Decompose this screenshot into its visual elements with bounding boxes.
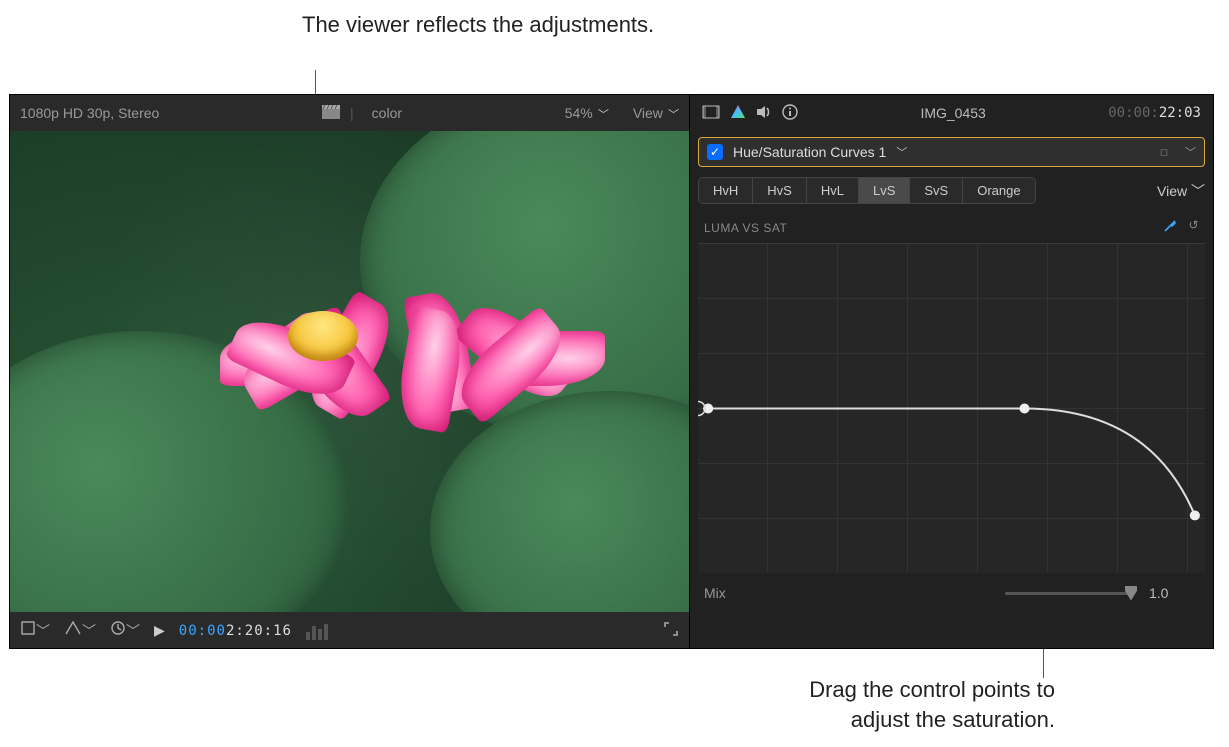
chevron-down-icon[interactable]: ﹀ (1185, 144, 1196, 160)
curve-tab-hvh[interactable]: HvH (699, 178, 753, 203)
clip-title: color (372, 105, 402, 121)
curve-tabs: HvHHvSHvLLvSSvSOrange View ﹀ (698, 177, 1205, 204)
viewer-footer: ﹀ ﹀ ﹀ ▶ 00:002:20:16 (10, 612, 689, 648)
viewer-canvas[interactable] (10, 131, 689, 612)
app-frame: 1080p HD 30p, Stereo | color 54% ﹀ View … (9, 94, 1214, 649)
mix-row: Mix 1.0 (698, 573, 1205, 601)
effect-header[interactable]: Hue/Saturation Curves 1 ﹀ ◇ ﹀ (698, 137, 1205, 167)
chevron-down-icon: ﹀ (36, 623, 50, 639)
inspector-toolbar: IMG_0453 00:00:22:03 (690, 95, 1213, 131)
mix-value[interactable]: 1.0 (1149, 585, 1199, 601)
video-inspector-icon[interactable] (702, 105, 720, 122)
mix-slider[interactable] (1005, 592, 1135, 595)
chevron-down-icon: ﹀ (595, 109, 609, 121)
curve-svg (698, 244, 1205, 573)
slider-thumb[interactable] (1125, 586, 1137, 601)
curve-tab-orange[interactable]: Orange (963, 178, 1034, 203)
effect-enable-checkbox[interactable] (707, 144, 723, 160)
chevron-down-icon[interactable]: ﹀ (896, 144, 907, 160)
play-button[interactable]: ▶ (154, 622, 165, 639)
curve-editor: LUMA vs SAT ↺ Mix (698, 218, 1205, 648)
callout-viewer: The viewer reflects the adjustments. (302, 10, 654, 40)
info-inspector-icon[interactable] (782, 104, 798, 123)
curve-tab-hvl[interactable]: HvL (807, 178, 859, 203)
audio-meter (306, 620, 328, 640)
chevron-down-icon: ﹀ (1191, 183, 1205, 199)
keyframe-icon[interactable]: ◇ (1156, 144, 1172, 160)
effect-name: Hue/Saturation Curves 1 (733, 144, 886, 160)
clip-timecode: 00:00:22:03 (1108, 105, 1201, 121)
curve-tab-svs[interactable]: SvS (910, 178, 963, 203)
chevron-down-icon: ﹀ (82, 623, 96, 639)
chevron-down-icon: ﹀ (665, 109, 679, 121)
curve-tab-lvs[interactable]: LvS (859, 178, 910, 203)
callout-curve: Drag the control points to adjust the sa… (755, 675, 1055, 734)
inspector-panel: IMG_0453 00:00:22:03 Hue/Saturation Curv… (690, 95, 1213, 648)
audio-inspector-icon[interactable] (756, 105, 772, 122)
view-menu[interactable]: View ﹀ (1157, 181, 1205, 201)
viewer-panel: 1080p HD 30p, Stereo | color 54% ﹀ View … (10, 95, 690, 648)
fullscreen-button[interactable] (663, 621, 679, 640)
clip-filename: IMG_0453 (920, 105, 985, 121)
curve-control-point[interactable] (1190, 510, 1200, 520)
transform-tool-menu[interactable]: ﹀ (64, 620, 96, 641)
retime-menu[interactable]: ﹀ (110, 620, 140, 641)
crop-tool-menu[interactable]: ﹀ (20, 620, 50, 641)
color-inspector-icon[interactable] (730, 104, 746, 123)
curve-tab-hvs[interactable]: HvS (753, 178, 807, 203)
timecode-display[interactable]: 00:002:20:16 (179, 622, 292, 639)
clapperboard-icon[interactable] (322, 105, 340, 122)
curve-label: LUMA vs SAT (704, 221, 787, 235)
view-menu[interactable]: View ﹀ (633, 105, 679, 122)
reset-button[interactable]: ↺ (1188, 218, 1199, 237)
curve-grid[interactable] (698, 243, 1205, 573)
flower-center (288, 311, 358, 361)
viewer-toolbar: 1080p HD 30p, Stereo | color 54% ﹀ View … (10, 95, 689, 131)
curve-control-point[interactable] (1019, 404, 1029, 414)
format-label: 1080p HD 30p, Stereo (20, 105, 159, 121)
mix-label: Mix (704, 585, 726, 601)
chevron-down-icon: ﹀ (126, 623, 140, 639)
eyedropper-icon[interactable] (1162, 218, 1178, 237)
zoom-menu[interactable]: 54% ﹀ (565, 105, 609, 122)
